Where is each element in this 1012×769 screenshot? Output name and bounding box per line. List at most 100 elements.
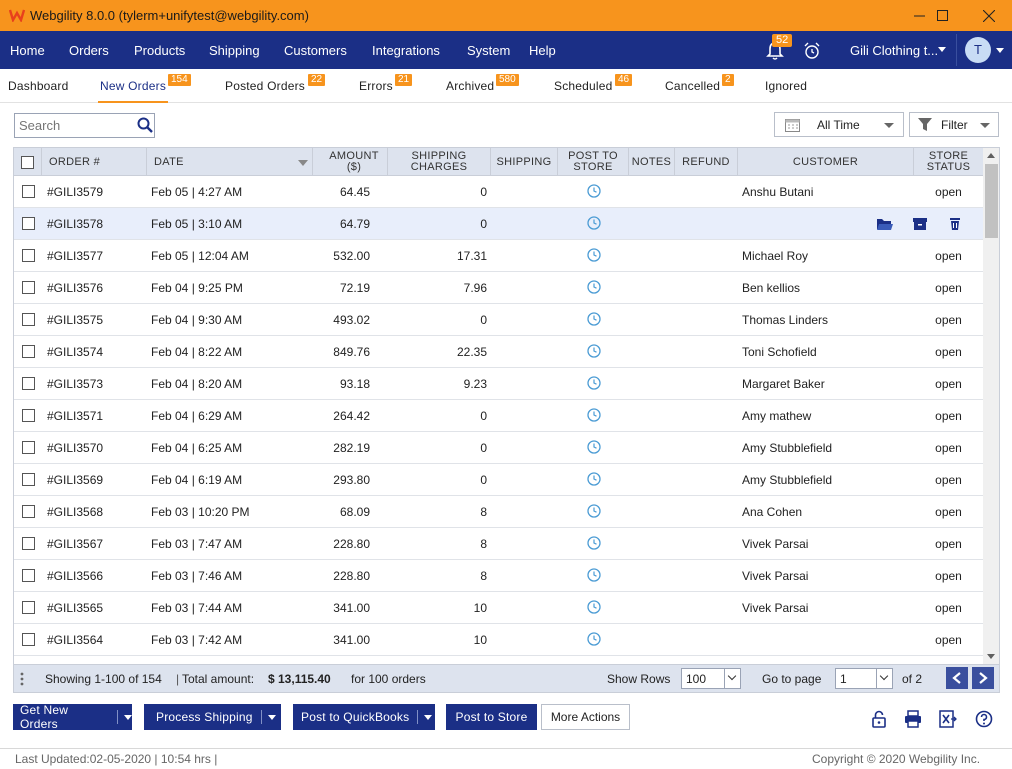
table-row[interactable]: #GILI3569 Feb 04 | 6:19 AM 293.80 0 Amy … (14, 464, 983, 496)
clock-icon[interactable] (587, 504, 601, 518)
nav-shipping[interactable]: Shipping (209, 43, 260, 58)
vertical-scrollbar[interactable] (983, 148, 999, 664)
print-icon[interactable] (904, 710, 922, 728)
nav-integrations[interactable]: Integrations (372, 43, 440, 58)
row-checkbox[interactable] (22, 441, 35, 454)
avatar[interactable]: T (965, 37, 991, 63)
order-number[interactable]: #GILI3578 (47, 208, 103, 240)
table-row[interactable]: #GILI3565 Feb 03 | 7:44 AM 341.00 10 Viv… (14, 592, 983, 624)
tab-dashboard[interactable]: Dashboard (8, 79, 69, 93)
clock-icon[interactable] (587, 536, 601, 550)
col-shipping[interactable]: SHIPPING (491, 148, 558, 176)
order-number[interactable]: #GILI3574 (47, 336, 103, 368)
order-number[interactable]: #GILI3569 (47, 464, 103, 496)
goto-page-select[interactable]: 1 (835, 668, 893, 689)
row-checkbox[interactable] (22, 601, 35, 614)
more-actions-button[interactable]: More Actions (541, 704, 630, 730)
col-store-status[interactable]: STORE STATUS (914, 148, 983, 176)
clock-icon[interactable] (587, 408, 601, 422)
row-checkbox[interactable] (22, 249, 35, 262)
col-post-to-store[interactable]: POST TO STORE (558, 148, 629, 176)
table-row[interactable]: #GILI3573 Feb 04 | 8:20 AM 93.18 9.23 Ma… (14, 368, 983, 400)
get-new-orders-button[interactable]: Get New Orders (13, 703, 132, 731)
table-row[interactable]: #GILI3574 Feb 04 | 8:22 AM 849.76 22.35 … (14, 336, 983, 368)
clock-icon[interactable] (587, 312, 601, 326)
order-number[interactable]: #GILI3576 (47, 272, 103, 304)
col-order[interactable]: ORDER # (42, 148, 147, 176)
table-row[interactable]: #GILI3579 Feb 05 | 4:27 AM 64.45 0 Anshu… (14, 176, 983, 208)
clock-icon[interactable] (587, 568, 601, 582)
lock-icon[interactable] (870, 710, 888, 728)
store-selector[interactable]: Gili Clothing t... (850, 43, 938, 58)
row-checkbox[interactable] (22, 633, 35, 646)
table-row[interactable]: #GILI3570 Feb 04 | 6:25 AM 282.19 0 Amy … (14, 432, 983, 464)
row-checkbox[interactable] (22, 473, 35, 486)
clock-icon[interactable] (587, 440, 601, 454)
col-shipping-charges[interactable]: SHIPPING CHARGES (388, 148, 491, 176)
search-icon[interactable] (137, 117, 153, 133)
order-number[interactable]: #GILI3577 (47, 240, 103, 272)
trash-icon[interactable] (950, 218, 960, 230)
chevron-down-icon[interactable] (124, 714, 132, 720)
nav-products[interactable]: Products (134, 43, 185, 58)
col-amount[interactable]: AMOUNT ($) (313, 148, 388, 176)
order-number[interactable]: #GILI3573 (47, 368, 103, 400)
order-number[interactable]: #GILI3564 (47, 624, 103, 656)
order-number[interactable]: #GILI3567 (47, 528, 103, 560)
archive-icon[interactable] (913, 218, 927, 230)
order-number[interactable]: #GILI3565 (47, 592, 103, 624)
nav-customers[interactable]: Customers (284, 43, 347, 58)
next-page-button[interactable] (972, 667, 994, 689)
order-number[interactable]: #GILI3575 (47, 304, 103, 336)
row-checkbox[interactable] (22, 409, 35, 422)
col-notes[interactable]: NOTES (629, 148, 675, 176)
row-checkbox[interactable] (22, 377, 35, 390)
row-checkbox[interactable] (22, 185, 35, 198)
tab-cancelled[interactable]: Cancelled (665, 79, 720, 93)
filter-dropdown[interactable]: Filter (909, 112, 999, 137)
table-row[interactable]: #GILI3567 Feb 03 | 7:47 AM 228.80 8 Vive… (14, 528, 983, 560)
search-input[interactable] (15, 114, 135, 137)
table-row[interactable]: #GILI3571 Feb 04 | 6:29 AM 264.42 0 Amy … (14, 400, 983, 432)
table-row[interactable]: #GILI3566 Feb 03 | 7:46 AM 228.80 8 Vive… (14, 560, 983, 592)
table-row[interactable]: #GILI3577 Feb 05 | 12:04 AM 532.00 17.31… (14, 240, 983, 272)
table-row[interactable]: #GILI3576 Feb 04 | 9:25 PM 72.19 7.96 Be… (14, 272, 983, 304)
close-button[interactable] (966, 0, 1012, 31)
scroll-up-icon[interactable] (987, 153, 995, 158)
excel-export-icon[interactable] (939, 710, 957, 728)
prev-page-button[interactable] (946, 667, 968, 689)
tab-new-orders[interactable]: New Orders (100, 79, 166, 93)
col-date[interactable]: DATE (147, 148, 313, 176)
clock-icon[interactable] (587, 600, 601, 614)
tab-ignored[interactable]: Ignored (765, 79, 807, 93)
clock-icon[interactable] (587, 280, 601, 294)
table-row[interactable]: #GILI3575 Feb 04 | 9:30 AM 493.02 0 Thom… (14, 304, 983, 336)
help-icon[interactable] (975, 710, 993, 728)
nav-help[interactable]: Help (529, 43, 556, 58)
tab-errors[interactable]: Errors (359, 79, 393, 93)
table-row[interactable]: #GILI3568 Feb 03 | 10:20 PM 68.09 8 Ana … (14, 496, 983, 528)
clock-icon[interactable] (587, 248, 601, 262)
post-to-quickbooks-button[interactable]: Post to QuickBooks (293, 704, 435, 730)
order-number[interactable]: #GILI3579 (47, 176, 103, 208)
grip-icon[interactable] (20, 672, 24, 686)
row-checkbox[interactable] (22, 569, 35, 582)
chevron-down-icon[interactable] (424, 714, 433, 720)
scroll-thumb[interactable] (985, 164, 998, 238)
row-checkbox[interactable] (22, 217, 35, 230)
maximize-button[interactable] (919, 0, 965, 31)
tab-archived[interactable]: Archived (446, 79, 494, 93)
clock-icon[interactable] (587, 216, 601, 230)
row-checkbox[interactable] (22, 537, 35, 550)
table-row[interactable]: #GILI3578 Feb 05 | 3:10 AM 64.79 0 (14, 208, 983, 240)
nav-orders[interactable]: Orders (69, 43, 109, 58)
date-range-dropdown[interactable]: All Time (774, 112, 904, 137)
show-rows-select[interactable]: 100 (681, 668, 741, 689)
clock-icon[interactable] (587, 632, 601, 646)
folder-open-icon[interactable] (877, 219, 893, 230)
tab-posted-orders[interactable]: Posted Orders (225, 79, 305, 93)
clock-icon[interactable] (587, 184, 601, 198)
order-number[interactable]: #GILI3566 (47, 560, 103, 592)
clock-icon[interactable] (587, 376, 601, 390)
col-customer[interactable]: CUSTOMER (738, 148, 914, 176)
